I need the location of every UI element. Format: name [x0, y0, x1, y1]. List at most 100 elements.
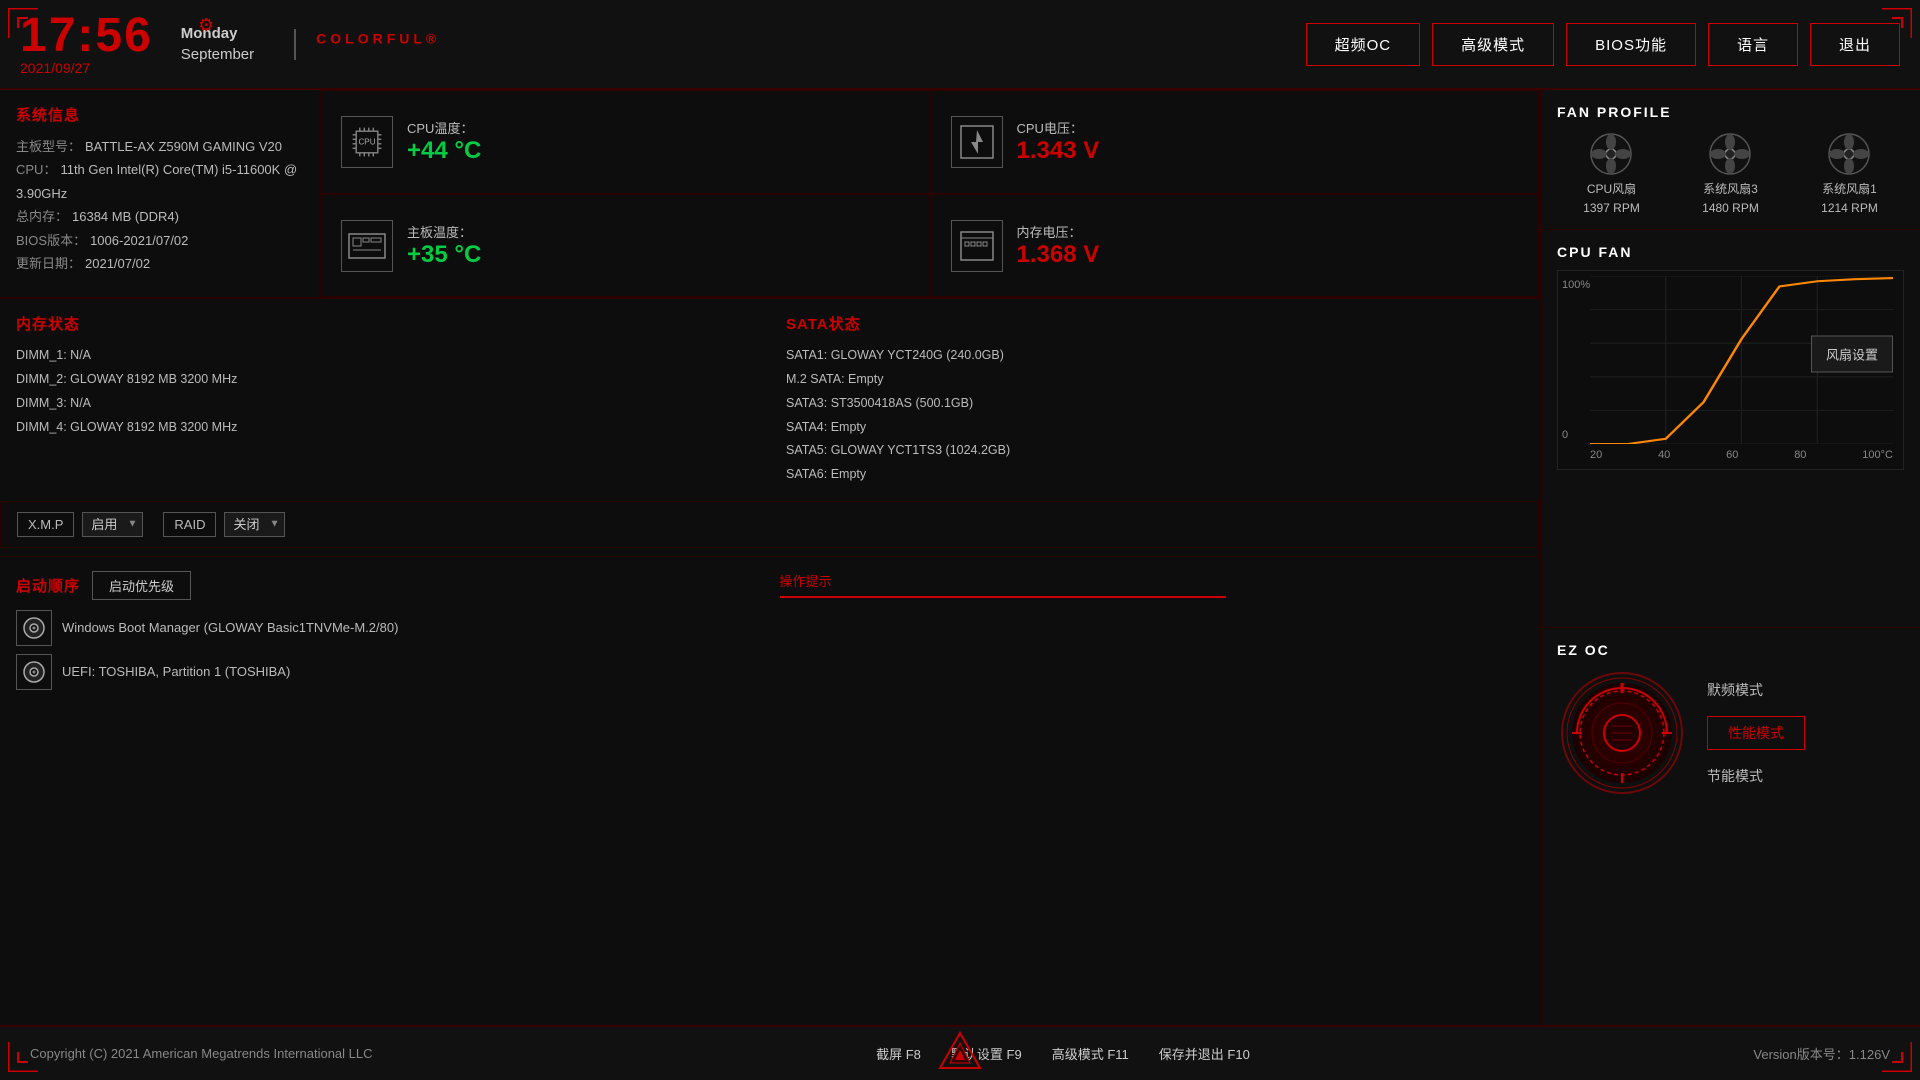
oc-option-performance[interactable]: 性能模式 [1707, 716, 1805, 750]
ops-hint-label: 操作提示 [780, 571, 1524, 590]
chart-x-80: 80 [1794, 449, 1806, 461]
cpu-volt-card: CPU电压： 1.343 V [930, 90, 1540, 194]
ez-oc-title: EZ OC [1557, 642, 1904, 658]
fan-rpm-cpu: 1397 RPM [1583, 201, 1640, 215]
oc-option-eco[interactable]: 节能模式 [1707, 766, 1805, 786]
header: 17:56 2021/09/27 Monday September ⚙ COLO… [0, 0, 1920, 90]
dimm1: DIMM_1: N/A [16, 344, 753, 368]
cpu-temp-icon: CPU [341, 116, 393, 168]
advanced-mode-button[interactable]: 高级模式 [1432, 23, 1554, 66]
boot-priority-button[interactable]: 启动优先级 [92, 571, 191, 600]
mem-volt-value: 1.368 V [1017, 241, 1100, 269]
sata2: M.2 SATA: Empty [786, 368, 1523, 392]
boot-item-1: Windows Boot Manager (GLOWAY Basic1TNVMe… [16, 610, 760, 646]
chart-x-100: 100°C [1862, 449, 1893, 461]
corner-decoration-bl [8, 1012, 68, 1072]
fan-profile-title: FAN PROFILE [1557, 104, 1904, 120]
cpu-volt-value: 1.343 V [1017, 137, 1100, 165]
mem-volt-card: 内存电压： 1.368 V [930, 194, 1540, 298]
cpu-temp-card: CPU [320, 90, 930, 194]
mem-volt-icon [951, 220, 1003, 272]
mem-label: 总内存： [16, 209, 68, 224]
cpu-volt-label: CPU电压： [1017, 118, 1100, 137]
sata-status-title: SATA状态 [786, 313, 1523, 334]
mem-value: 16384 MB (DDR4) [72, 209, 179, 224]
update-value: 2021/07/02 [85, 256, 150, 271]
boot-disk-icon-1 [16, 610, 52, 646]
nav-buttons: 超频OC 高级模式 BIOS功能 语言 退出 [1306, 23, 1900, 66]
raid-group: RAID 关闭 开启 ▼ [163, 512, 285, 537]
key-f10[interactable]: 保存并退出 F10 [1159, 1044, 1250, 1063]
boot-disk-icon-2 [16, 654, 52, 690]
ez-oc-section: EZ OC [1541, 628, 1920, 1025]
gear-icon: ⚙ [198, 15, 214, 36]
sata4: SATA4: Empty [786, 416, 1523, 440]
clock-day: Monday [181, 23, 254, 44]
svg-text:CPU: CPU [358, 138, 375, 147]
fan-profile-section: FAN PROFILE CPU风扇 1397 RPM [1541, 90, 1920, 230]
oc-option-default[interactable]: 默频模式 [1707, 680, 1805, 700]
chart-y-max: 100% [1562, 279, 1590, 291]
oc-dial [1557, 668, 1687, 798]
sys-info-title: 系统信息 [16, 104, 303, 125]
dimm4: DIMM_4: GLOWAY 8192 MB 3200 MHz [16, 416, 753, 440]
corner-decoration-br [1852, 1012, 1912, 1072]
clock-month: September [181, 44, 254, 65]
chart-x-40: 40 [1658, 449, 1670, 461]
boot-item-2-label: UEFI: TOSHIBA, Partition 1 (TOSHIBA) [62, 664, 290, 679]
chart-x-60: 60 [1726, 449, 1738, 461]
copyright: Copyright (C) 2021 American Megatrends I… [30, 1046, 373, 1061]
bios-button[interactable]: BIOS功能 [1566, 23, 1696, 66]
sata1: SATA1: GLOWAY YCT240G (240.0GB) [786, 344, 1523, 368]
brand-logo: COLORFUL® [294, 29, 440, 60]
bottom-keys: 截屏 F8 默认设置 F9 高级模式 F11 保存并退出 F10 [876, 1044, 1250, 1063]
mem-volt-label: 内存电压： [1017, 222, 1100, 241]
update-label: 更新日期： [16, 256, 81, 271]
fan-item-sys1: 系统风扇1 1214 RPM [1821, 132, 1878, 215]
oc-button[interactable]: 超频OC [1306, 23, 1421, 66]
fan-name-cpu: CPU风扇 [1587, 180, 1636, 197]
boot-item-2: UEFI: TOSHIBA, Partition 1 (TOSHIBA) [16, 654, 760, 690]
boot-section-title: 启动顺序 [16, 575, 80, 596]
cpu-temp-label: CPU温度： [407, 118, 481, 137]
mb-temp-card: 主板温度： +35 °C [320, 194, 930, 298]
mb-label: 主板型号： [16, 139, 81, 154]
ops-hint-line [780, 596, 1226, 598]
fan-item-sys3: 系统风扇3 1480 RPM [1702, 132, 1759, 215]
language-button[interactable]: 语言 [1708, 23, 1798, 66]
cpu-label: CPU： [16, 162, 56, 177]
fan-name-sys1: 系统风扇1 [1822, 180, 1877, 197]
left-panel: 系统信息 主板型号： BATTLE-AX Z590M GAMING V20 CPU… [0, 90, 1540, 1025]
mb-value: BATTLE-AX Z590M GAMING V20 [85, 139, 282, 154]
raid-label: RAID [163, 512, 216, 537]
mb-temp-icon [341, 220, 393, 272]
xmp-select[interactable]: 启用 禁用 [82, 512, 143, 537]
oc-options: 默频模式 性能模式 节能模式 [1707, 680, 1805, 786]
boot-item-1-label: Windows Boot Manager (GLOWAY Basic1TNVMe… [62, 620, 398, 635]
fan-name-sys3: 系统风扇3 [1703, 180, 1758, 197]
key-f8[interactable]: 截屏 F8 [876, 1044, 921, 1063]
fan-settings-button[interactable]: 风扇设置 [1811, 336, 1893, 373]
fan-item-cpu: CPU风扇 1397 RPM [1583, 132, 1640, 215]
right-panel: FAN PROFILE CPU风扇 1397 RPM [1540, 90, 1920, 1025]
xmp-label: X.M.P [17, 512, 74, 537]
cpu-fan-section: CPU FAN 100% 0 [1541, 230, 1920, 628]
mb-temp-label: 主板温度： [407, 222, 481, 241]
memory-status-title: 内存状态 [16, 313, 753, 334]
raid-select[interactable]: 关闭 开启 [224, 512, 285, 537]
bios-ver-value: 1006-2021/07/02 [90, 233, 188, 248]
sata5: SATA5: GLOWAY YCT1TS3 (1024.2GB) [786, 439, 1523, 463]
bios-ver-label: BIOS版本： [16, 233, 86, 248]
chart-x-20: 20 [1590, 449, 1602, 461]
mb-temp-value: +35 °C [407, 241, 481, 269]
dimm2: DIMM_2: GLOWAY 8192 MB 3200 MHz [16, 368, 753, 392]
cpu-temp-value: +44 °C [407, 137, 481, 165]
key-f11[interactable]: 高级模式 F11 [1052, 1044, 1129, 1063]
cpu-volt-icon [951, 116, 1003, 168]
xmp-group: X.M.P 启用 禁用 ▼ [17, 512, 143, 537]
fan-rpm-sys1: 1214 RPM [1821, 201, 1878, 215]
corner-decoration-tl [8, 8, 68, 68]
fan-rpm-sys3: 1480 RPM [1702, 201, 1759, 215]
sata3: SATA3: ST3500418AS (500.1GB) [786, 392, 1523, 416]
corner-decoration-tr [1852, 8, 1912, 68]
